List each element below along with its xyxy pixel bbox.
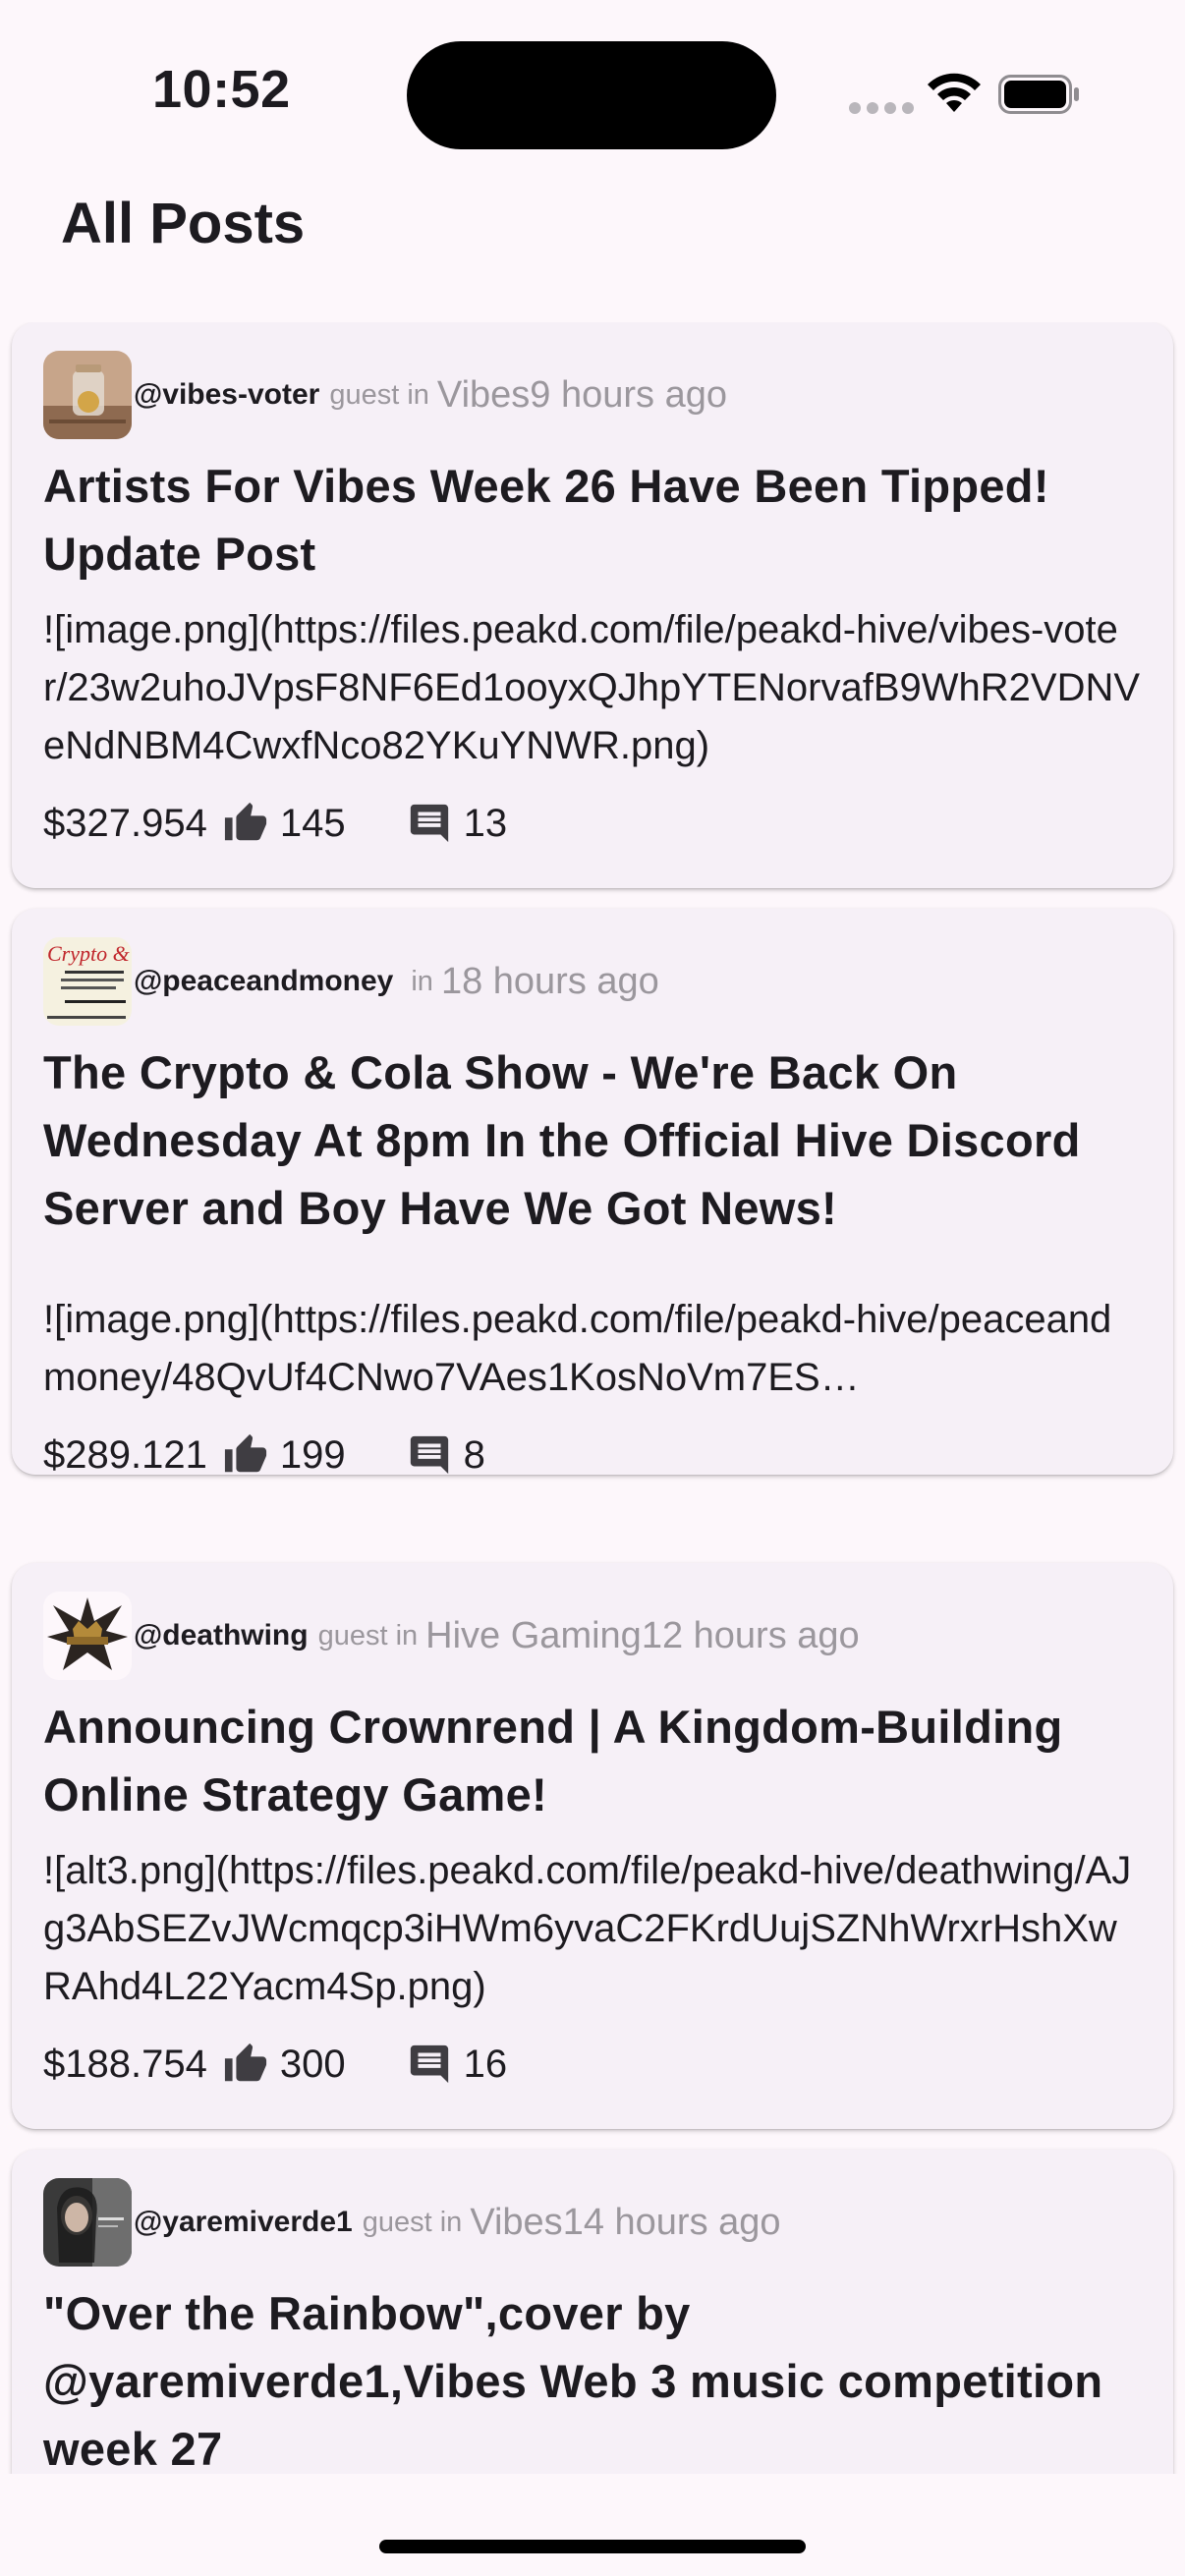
status-bar: 10:52 xyxy=(0,0,1185,187)
post-time: 9 hours ago xyxy=(530,373,727,416)
avatar-caption: Crypto & xyxy=(47,941,131,966)
post-header: Crypto & @peaceandmoney in 18 hours ago xyxy=(43,936,1142,1027)
payout-value: $327.954 xyxy=(43,801,207,845)
post-card[interactable]: @vibes-voter guest in Vibes 9 hours ago A… xyxy=(12,322,1173,888)
vote-count: 300 xyxy=(279,2042,346,2086)
wifi-icon xyxy=(928,73,981,112)
community-name[interactable]: Vibes xyxy=(437,374,530,417)
page-title: All Posts xyxy=(61,192,306,255)
guest-label: guest in xyxy=(317,1619,419,1652)
comment-icon[interactable] xyxy=(407,801,452,846)
post-title[interactable]: "Over the Rainbow",cover by @yaremiverde… xyxy=(43,2279,1142,2474)
post-time: 14 hours ago xyxy=(562,2201,781,2243)
post-card[interactable]: @yaremiverde1 guest in Vibes 14 hours ago… xyxy=(12,2150,1173,2474)
comment-count: 13 xyxy=(463,801,508,845)
payout-value: $188.754 xyxy=(43,2042,207,2086)
post-time: 18 hours ago xyxy=(440,960,659,1002)
community-name[interactable]: Hive Gaming xyxy=(425,1615,642,1657)
cellular-signal-icon xyxy=(849,102,914,114)
post-time: 12 hours ago xyxy=(641,1614,860,1656)
author-name[interactable]: @vibes-voter xyxy=(134,378,319,412)
status-time: 10:52 xyxy=(152,60,291,119)
guest-label: guest in xyxy=(329,378,429,411)
post-stats: $289.121 199 8 xyxy=(43,1425,1142,1485)
author-avatar[interactable] xyxy=(43,2178,132,2267)
post-header: @yaremiverde1 guest in Vibes 14 hours ago xyxy=(43,2177,1142,2268)
post-header: @deathwing guest in Hive Gaming 12 hours … xyxy=(43,1591,1142,1681)
thumb-up-icon[interactable] xyxy=(223,1432,268,1478)
post-body[interactable]: ![image.png](https://files.peakd.com/fil… xyxy=(43,601,1142,775)
post-title[interactable]: Announcing Crownrend | A Kingdom-Buildin… xyxy=(43,1693,1142,1828)
thumb-up-icon[interactable] xyxy=(223,2042,268,2087)
post-card[interactable]: @deathwing guest in Hive Gaming 12 hours … xyxy=(12,1563,1173,2129)
post-title[interactable]: Artists For Vibes Week 26 Have Been Tipp… xyxy=(43,452,1142,588)
dynamic-island xyxy=(407,41,776,149)
post-title[interactable]: The Crypto & Cola Show - We're Back On W… xyxy=(43,1038,1142,1242)
comment-icon[interactable] xyxy=(407,2042,452,2087)
comment-count: 16 xyxy=(463,2042,508,2086)
home-indicator[interactable] xyxy=(379,2540,806,2553)
guest-label: in xyxy=(411,965,433,997)
vote-count: 199 xyxy=(279,1432,346,1477)
post-stats: $327.954 145 13 xyxy=(43,793,1142,854)
author-avatar[interactable] xyxy=(43,351,132,439)
post-header: @vibes-voter guest in Vibes 9 hours ago xyxy=(43,350,1142,440)
post-body[interactable]: ![alt3.png](https://files.peakd.com/file… xyxy=(43,1842,1142,2016)
post-card[interactable]: Crypto & @peaceandmoney in 18 hours ago … xyxy=(12,909,1173,1477)
author-name[interactable]: @deathwing xyxy=(134,1619,309,1652)
guest-label: guest in xyxy=(362,2206,463,2238)
post-feed[interactable]: @vibes-voter guest in Vibes 9 hours ago A… xyxy=(0,322,1185,2474)
comment-icon[interactable] xyxy=(407,1432,452,1478)
post-stats: $188.754 300 16 xyxy=(43,2034,1142,2095)
post-body[interactable]: ![image.png](https://files.peakd.com/fil… xyxy=(43,1291,1142,1407)
comment-count: 8 xyxy=(463,1432,485,1477)
author-name[interactable]: @peaceandmoney xyxy=(134,965,393,998)
community-name[interactable]: Vibes xyxy=(470,2202,562,2244)
battery-icon xyxy=(998,75,1079,114)
author-avatar[interactable] xyxy=(43,1592,132,1680)
author-name[interactable]: @yaremiverde1 xyxy=(134,2206,353,2239)
author-avatar[interactable]: Crypto & xyxy=(43,937,132,1026)
thumb-up-icon[interactable] xyxy=(223,801,268,846)
vote-count: 145 xyxy=(279,801,346,845)
payout-value: $289.121 xyxy=(43,1432,207,1477)
